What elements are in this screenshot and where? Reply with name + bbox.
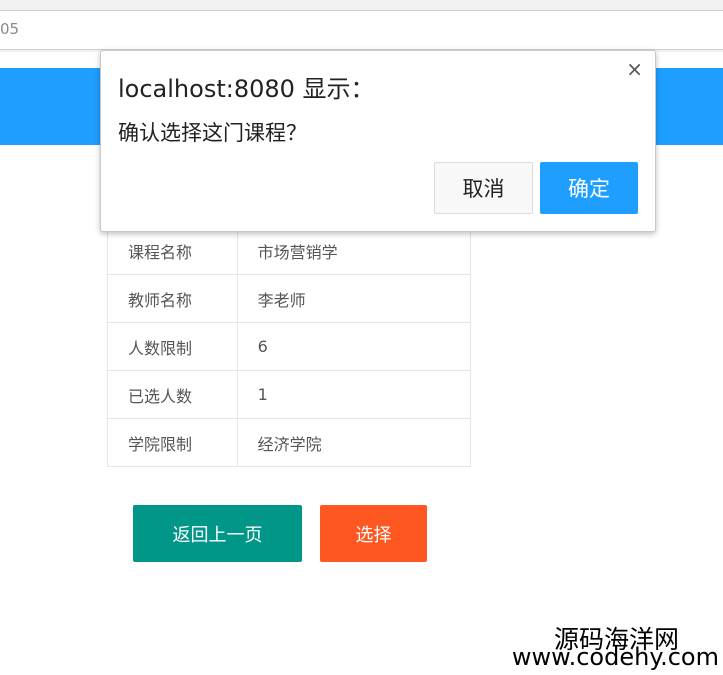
course-info-table: 课程名称 市场营销学 教师名称 李老师 人数限制 6 已选人数 1 学院限制 经… — [107, 226, 472, 467]
ok-button[interactable]: 确定 — [540, 162, 638, 214]
cancel-button[interactable]: 取消 — [434, 162, 533, 214]
table-row: 人数限制 6 — [107, 322, 472, 371]
row-label: 课程名称 — [107, 226, 238, 275]
row-label: 学院限制 — [107, 418, 238, 467]
confirm-dialog: localhost:8080 显示： × 确认选择这门课程？ 取消 确定 — [100, 50, 656, 232]
address-bar-text: 05 — [0, 20, 20, 38]
table-row: 教师名称 李老师 — [107, 274, 472, 323]
row-label: 教师名称 — [107, 274, 238, 323]
row-value: 李老师 — [236, 274, 472, 323]
table-row: 学院限制 经济学院 — [107, 418, 472, 467]
address-bar[interactable]: 05 — [0, 10, 723, 50]
watermark-url: www.codehy.com — [511, 643, 719, 671]
dialog-message: 确认选择这门课程？ — [118, 121, 307, 145]
row-value: 6 — [236, 322, 472, 371]
row-value: 市场营销学 — [236, 226, 472, 275]
dialog-title: localhost:8080 显示： — [118, 75, 375, 103]
browser-toolbar: 05 — [0, 0, 723, 52]
row-value: 经济学院 — [236, 418, 472, 467]
table-row: 课程名称 市场营销学 — [107, 226, 472, 275]
page: 05 课程名称 市场营销学 教师名称 李老师 人数限制 6 已选人数 1 学院限… — [0, 0, 723, 675]
row-value: 1 — [236, 370, 472, 419]
back-button[interactable]: 返回上一页 — [133, 505, 302, 562]
row-label: 已选人数 — [107, 370, 238, 419]
close-icon[interactable]: × — [626, 57, 643, 81]
table-row: 已选人数 1 — [107, 370, 472, 419]
select-course-button[interactable]: 选择 — [320, 505, 427, 562]
row-label: 人数限制 — [107, 322, 238, 371]
